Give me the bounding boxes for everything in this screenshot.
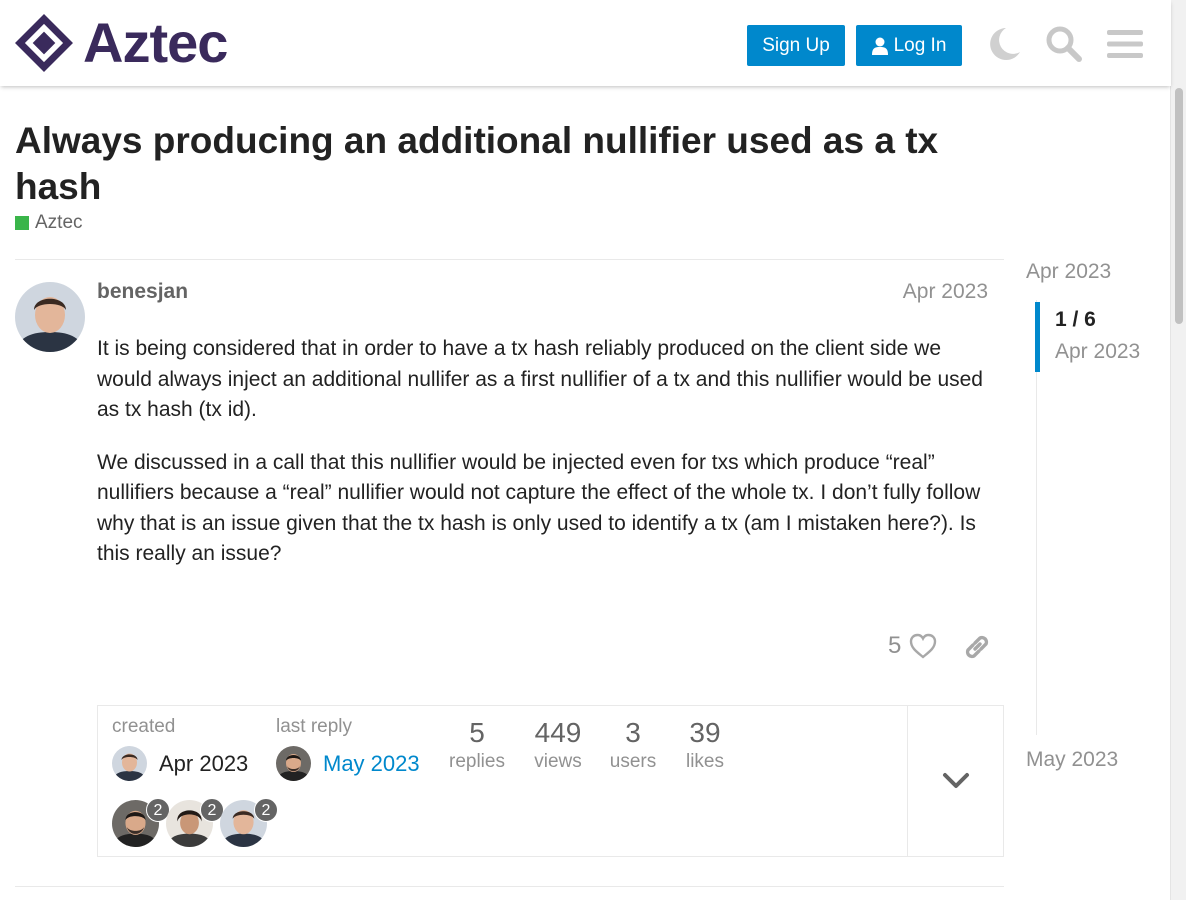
- avatar: [276, 746, 311, 781]
- hamburger-menu-button[interactable]: [1103, 22, 1147, 66]
- stat-users: 3 users: [605, 716, 661, 774]
- participants-list: 2 2 2: [112, 798, 278, 847]
- stat-label: replies: [449, 751, 505, 772]
- timeline-start-date[interactable]: Apr 2023: [1026, 260, 1111, 284]
- divider: [15, 886, 1004, 887]
- stat-views: 449 views: [528, 716, 588, 774]
- stat-number: 39: [689, 717, 721, 748]
- chevron-down-icon: [943, 773, 969, 788]
- stat-label: views: [534, 751, 582, 772]
- stat-number: 5: [469, 717, 485, 748]
- created-value[interactable]: Apr 2023: [112, 746, 248, 781]
- search-icon: [1046, 26, 1082, 62]
- expand-topic-map-button[interactable]: [907, 706, 1004, 856]
- stat-likes: 39 likes: [680, 716, 730, 774]
- avatar-image: [15, 282, 85, 352]
- author-avatar[interactable]: [15, 282, 85, 352]
- avatar-image: [112, 746, 147, 781]
- timeline-scroll-handle[interactable]: [1035, 302, 1040, 372]
- user-icon: [871, 37, 888, 55]
- last-reply-date: May 2023: [323, 750, 420, 776]
- category-label: Aztec: [35, 212, 83, 233]
- topic-map: created Apr 2023 last reply May 2023 5 r…: [97, 705, 1004, 857]
- timeline-position-date: Apr 2023: [1055, 340, 1141, 363]
- hamburger-menu-icon: [1107, 30, 1143, 58]
- stat-number: 3: [625, 717, 641, 748]
- post-username[interactable]: benesjan: [97, 280, 188, 304]
- last-reply-label: last reply: [276, 716, 353, 737]
- stat-replies: 5 replies: [445, 716, 509, 774]
- category-color-swatch: [15, 216, 29, 230]
- log-in-label: Log In: [893, 35, 947, 56]
- created-label: created: [112, 716, 176, 737]
- moon-icon: [990, 28, 1020, 60]
- log-in-button[interactable]: Log In: [856, 25, 962, 66]
- avatar-image: [276, 746, 311, 781]
- stat-label: likes: [685, 751, 724, 772]
- category-badge[interactable]: Aztec: [15, 212, 83, 234]
- created-date: Apr 2023: [159, 750, 249, 776]
- sign-up-button[interactable]: Sign Up: [747, 25, 845, 66]
- stat-number: 449: [534, 717, 582, 748]
- search-button[interactable]: [1042, 22, 1086, 66]
- topic-title[interactable]: Always producing an additional nullifier…: [15, 118, 1005, 210]
- timeline-position: 1 / 6: [1055, 308, 1096, 331]
- timeline-end-date[interactable]: May 2023: [1026, 748, 1118, 772]
- divider: [15, 259, 1004, 260]
- participant[interactable]: 2: [220, 798, 278, 847]
- link-icon: [965, 635, 989, 659]
- post-paragraph: It is being considered that in order to …: [97, 337, 983, 421]
- heart-icon: [910, 633, 937, 659]
- last-reply-value[interactable]: May 2023: [276, 746, 420, 781]
- post-count-badge: 2: [254, 798, 278, 822]
- copy-link-button[interactable]: [962, 632, 992, 662]
- like-button[interactable]: 5: [888, 632, 937, 660]
- post-paragraph: We discussed in a call that this nullifi…: [97, 450, 981, 566]
- site-header: Aztec Sign Up Log In: [0, 0, 1171, 86]
- scrollbar-thumb[interactable]: [1175, 88, 1183, 324]
- page-scrollbar[interactable]: [1170, 0, 1186, 900]
- aztec-diamond-logo-icon: [15, 14, 73, 72]
- avatar: [112, 746, 147, 781]
- participant[interactable]: 2: [112, 798, 170, 847]
- like-count: 5: [888, 632, 902, 659]
- participant[interactable]: 2: [166, 798, 224, 847]
- post-date[interactable]: Apr 2023: [903, 280, 988, 304]
- theme-toggle-button[interactable]: [982, 22, 1026, 66]
- logo-text: Aztec: [83, 11, 228, 74]
- stat-label: users: [609, 751, 657, 772]
- site-logo[interactable]: Aztec: [15, 11, 228, 74]
- post-body: It is being considered that in order to …: [97, 334, 992, 592]
- sign-up-label: Sign Up: [762, 35, 830, 56]
